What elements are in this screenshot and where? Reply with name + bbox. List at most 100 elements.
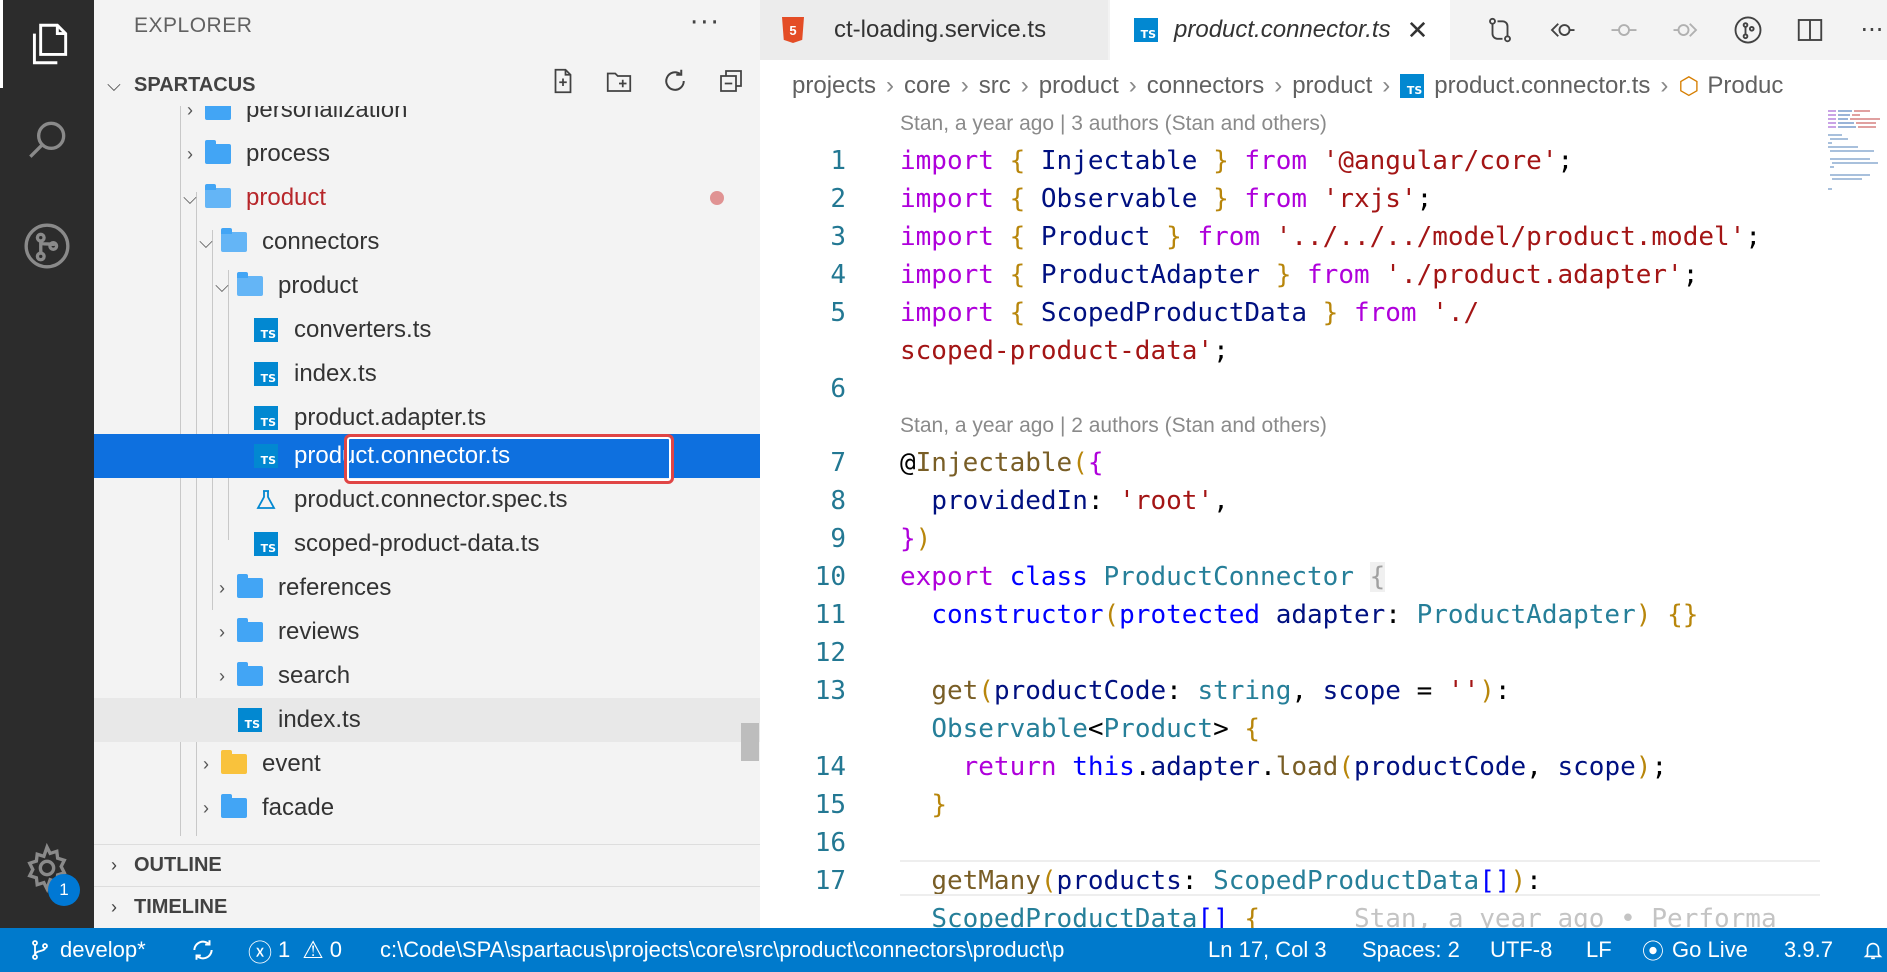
chevron-right-icon: › xyxy=(203,753,209,774)
version-label[interactable]: 3.9.7 xyxy=(1784,928,1833,972)
current-line-highlight xyxy=(900,860,1820,896)
collapse-all-icon[interactable] xyxy=(714,64,748,98)
editor-actions: ··· xyxy=(1478,8,1887,52)
chevron-down-icon: ⌵ xyxy=(107,74,121,95)
tree-folder-references[interactable]: › references xyxy=(94,566,760,610)
line-ending[interactable]: LF xyxy=(1586,928,1612,972)
typescript-icon: TS xyxy=(238,708,262,732)
next-change-icon[interactable] xyxy=(1664,8,1708,52)
code-line: import { ProductAdapter } from './produc… xyxy=(900,260,1699,290)
code-line: import { ScopedProductData } from './ xyxy=(900,298,1480,328)
code-line: }) xyxy=(900,524,932,554)
folder-icon xyxy=(205,140,231,164)
typescript-icon: TS xyxy=(254,532,278,556)
more-actions-icon[interactable]: ··· xyxy=(1850,8,1887,52)
sidebar-scrollbar[interactable] xyxy=(741,723,759,761)
typescript-icon: TS xyxy=(1400,74,1425,98)
chevron-down-icon: ⌵ xyxy=(215,275,229,296)
git-graph-icon[interactable] xyxy=(1726,8,1770,52)
timeline-dot-icon[interactable] xyxy=(1602,8,1646,52)
tree-folder-facade[interactable]: › facade xyxy=(94,786,760,830)
chevron-right-icon: › xyxy=(219,621,225,642)
tree-file-product-connector-spec[interactable]: product.connector.spec.ts xyxy=(94,478,760,522)
typescript-icon: TS xyxy=(254,406,278,430)
previous-change-icon[interactable] xyxy=(1540,8,1584,52)
encoding[interactable]: UTF-8 xyxy=(1490,928,1552,972)
code-line-wrap: scoped-product-data'; xyxy=(900,336,1229,366)
minimap[interactable] xyxy=(1826,108,1886,928)
more-actions-icon[interactable]: ··· xyxy=(690,8,721,38)
code-line: return this.adapter.load(productCode, sc… xyxy=(962,752,1668,782)
tree-folder-personalization[interactable]: › personalization xyxy=(94,106,760,132)
timeline-section-header[interactable]: › TIMELINE xyxy=(94,886,760,928)
typescript-icon: TS xyxy=(254,362,278,386)
tree-folder-reviews[interactable]: › reviews xyxy=(94,610,760,654)
cursor-position[interactable]: Ln 17, Col 3 xyxy=(1208,928,1327,972)
explorer-title: EXPLORER xyxy=(134,14,253,37)
folder-icon xyxy=(221,794,247,818)
split-editor-icon[interactable] xyxy=(1788,8,1832,52)
search-icon[interactable] xyxy=(0,96,94,184)
chevron-right-icon: › xyxy=(203,797,209,818)
tab-loading-service[interactable]: 5 ct-loading.service.ts xyxy=(760,0,1108,60)
outline-section-header[interactable]: › OUTLINE xyxy=(94,844,760,886)
error-icon: ⓧ xyxy=(248,939,272,967)
file-path[interactable]: c:\Code\SPA\spartacus\projects\core\src\… xyxy=(380,928,1128,972)
chevron-right-icon: › xyxy=(111,855,117,875)
new-folder-icon[interactable] xyxy=(602,64,636,98)
compare-changes-icon[interactable] xyxy=(1478,8,1522,52)
code-line: } xyxy=(931,790,947,820)
code-line-wrap: ScopedProductData[] { Stan, a year ago •… xyxy=(900,904,1777,928)
new-file-icon[interactable] xyxy=(546,64,580,98)
tree-file-index[interactable]: TS index.ts xyxy=(94,352,760,396)
tree-file-converters[interactable]: TS converters.ts xyxy=(94,308,760,352)
chevron-right-icon: › xyxy=(187,143,193,164)
code-line-wrap: Observable<Product> { xyxy=(931,714,1261,744)
settings-gear-icon[interactable] xyxy=(0,824,94,912)
tree-file-connectors-index[interactable]: TS index.ts xyxy=(94,698,760,742)
source-control-icon[interactable] xyxy=(0,202,94,290)
tab-bar: 5 ct-loading.service.ts TS product.conne… xyxy=(760,0,1887,60)
tree-folder-event[interactable]: › event xyxy=(94,742,760,786)
chevron-down-icon: ⌵ xyxy=(199,231,213,252)
tree-folder-connectors[interactable]: ⌵ connectors xyxy=(94,220,760,264)
explorer-toolbar xyxy=(546,64,748,98)
test-flask-icon xyxy=(256,490,276,509)
typescript-icon: TS xyxy=(1134,18,1158,42)
codelens-authors[interactable]: Stan, a year ago | 3 authors (Stan and o… xyxy=(900,112,1327,136)
status-bar: develop* ⓧ 1 ⚠ 0 c:\Code\SPA\spartacus\p… xyxy=(0,928,1887,972)
tab-product-connector[interactable]: TS product.connector.ts ✕ xyxy=(1110,0,1450,60)
folder-icon xyxy=(205,106,231,120)
folder-open-icon xyxy=(237,272,263,296)
codelens-authors[interactable]: Stan, a year ago | 2 authors (Stan and o… xyxy=(900,414,1327,438)
folder-icon xyxy=(237,662,263,686)
explorer-icon[interactable] xyxy=(0,0,94,88)
typescript-icon: TS xyxy=(254,318,278,342)
tree-folder-connectors-product[interactable]: ⌵ product xyxy=(94,264,760,308)
branch-indicator[interactable]: develop* xyxy=(28,928,146,972)
typescript-icon: TS xyxy=(254,444,278,468)
sync-icon[interactable] xyxy=(190,928,216,972)
tree-folder-process[interactable]: › process xyxy=(94,132,760,176)
refresh-icon[interactable] xyxy=(658,64,692,98)
code-line: get(productCode: string, scope = ''): xyxy=(931,676,1511,706)
indentation[interactable]: Spaces: 2 xyxy=(1362,928,1460,972)
folder-open-icon xyxy=(205,184,231,208)
git-blame-annotation: Stan, a year ago • Performa xyxy=(1353,904,1777,928)
code-line: import { Product } from '../../../model/… xyxy=(900,222,1761,252)
code-line: providedIn: 'root', xyxy=(931,486,1229,516)
chevron-down-icon: ⌵ xyxy=(183,187,197,208)
close-icon[interactable]: ✕ xyxy=(1407,15,1429,46)
problems-indicator[interactable]: ⓧ 1 ⚠ 0 xyxy=(248,928,342,972)
settings-badge: 1 xyxy=(48,874,80,906)
explorer-sidebar: EXPLORER ··· ⌵ SPARTACUS › personalizati… xyxy=(94,0,760,928)
go-live-button[interactable]: ⦿ Go Live xyxy=(1642,928,1748,972)
tree-file-scoped-product-data[interactable]: TS scoped-product-data.ts xyxy=(94,522,760,566)
notifications-bell-icon[interactable] xyxy=(1862,928,1884,972)
tree-folder-search[interactable]: › search xyxy=(94,654,760,698)
code-line: import { Observable } from 'rxjs'; xyxy=(900,184,1433,214)
modified-indicator xyxy=(710,191,724,205)
chevron-right-icon: › xyxy=(187,106,193,120)
tree-folder-product[interactable]: ⌵ product xyxy=(94,176,760,220)
warning-icon: ⚠ xyxy=(302,936,324,964)
